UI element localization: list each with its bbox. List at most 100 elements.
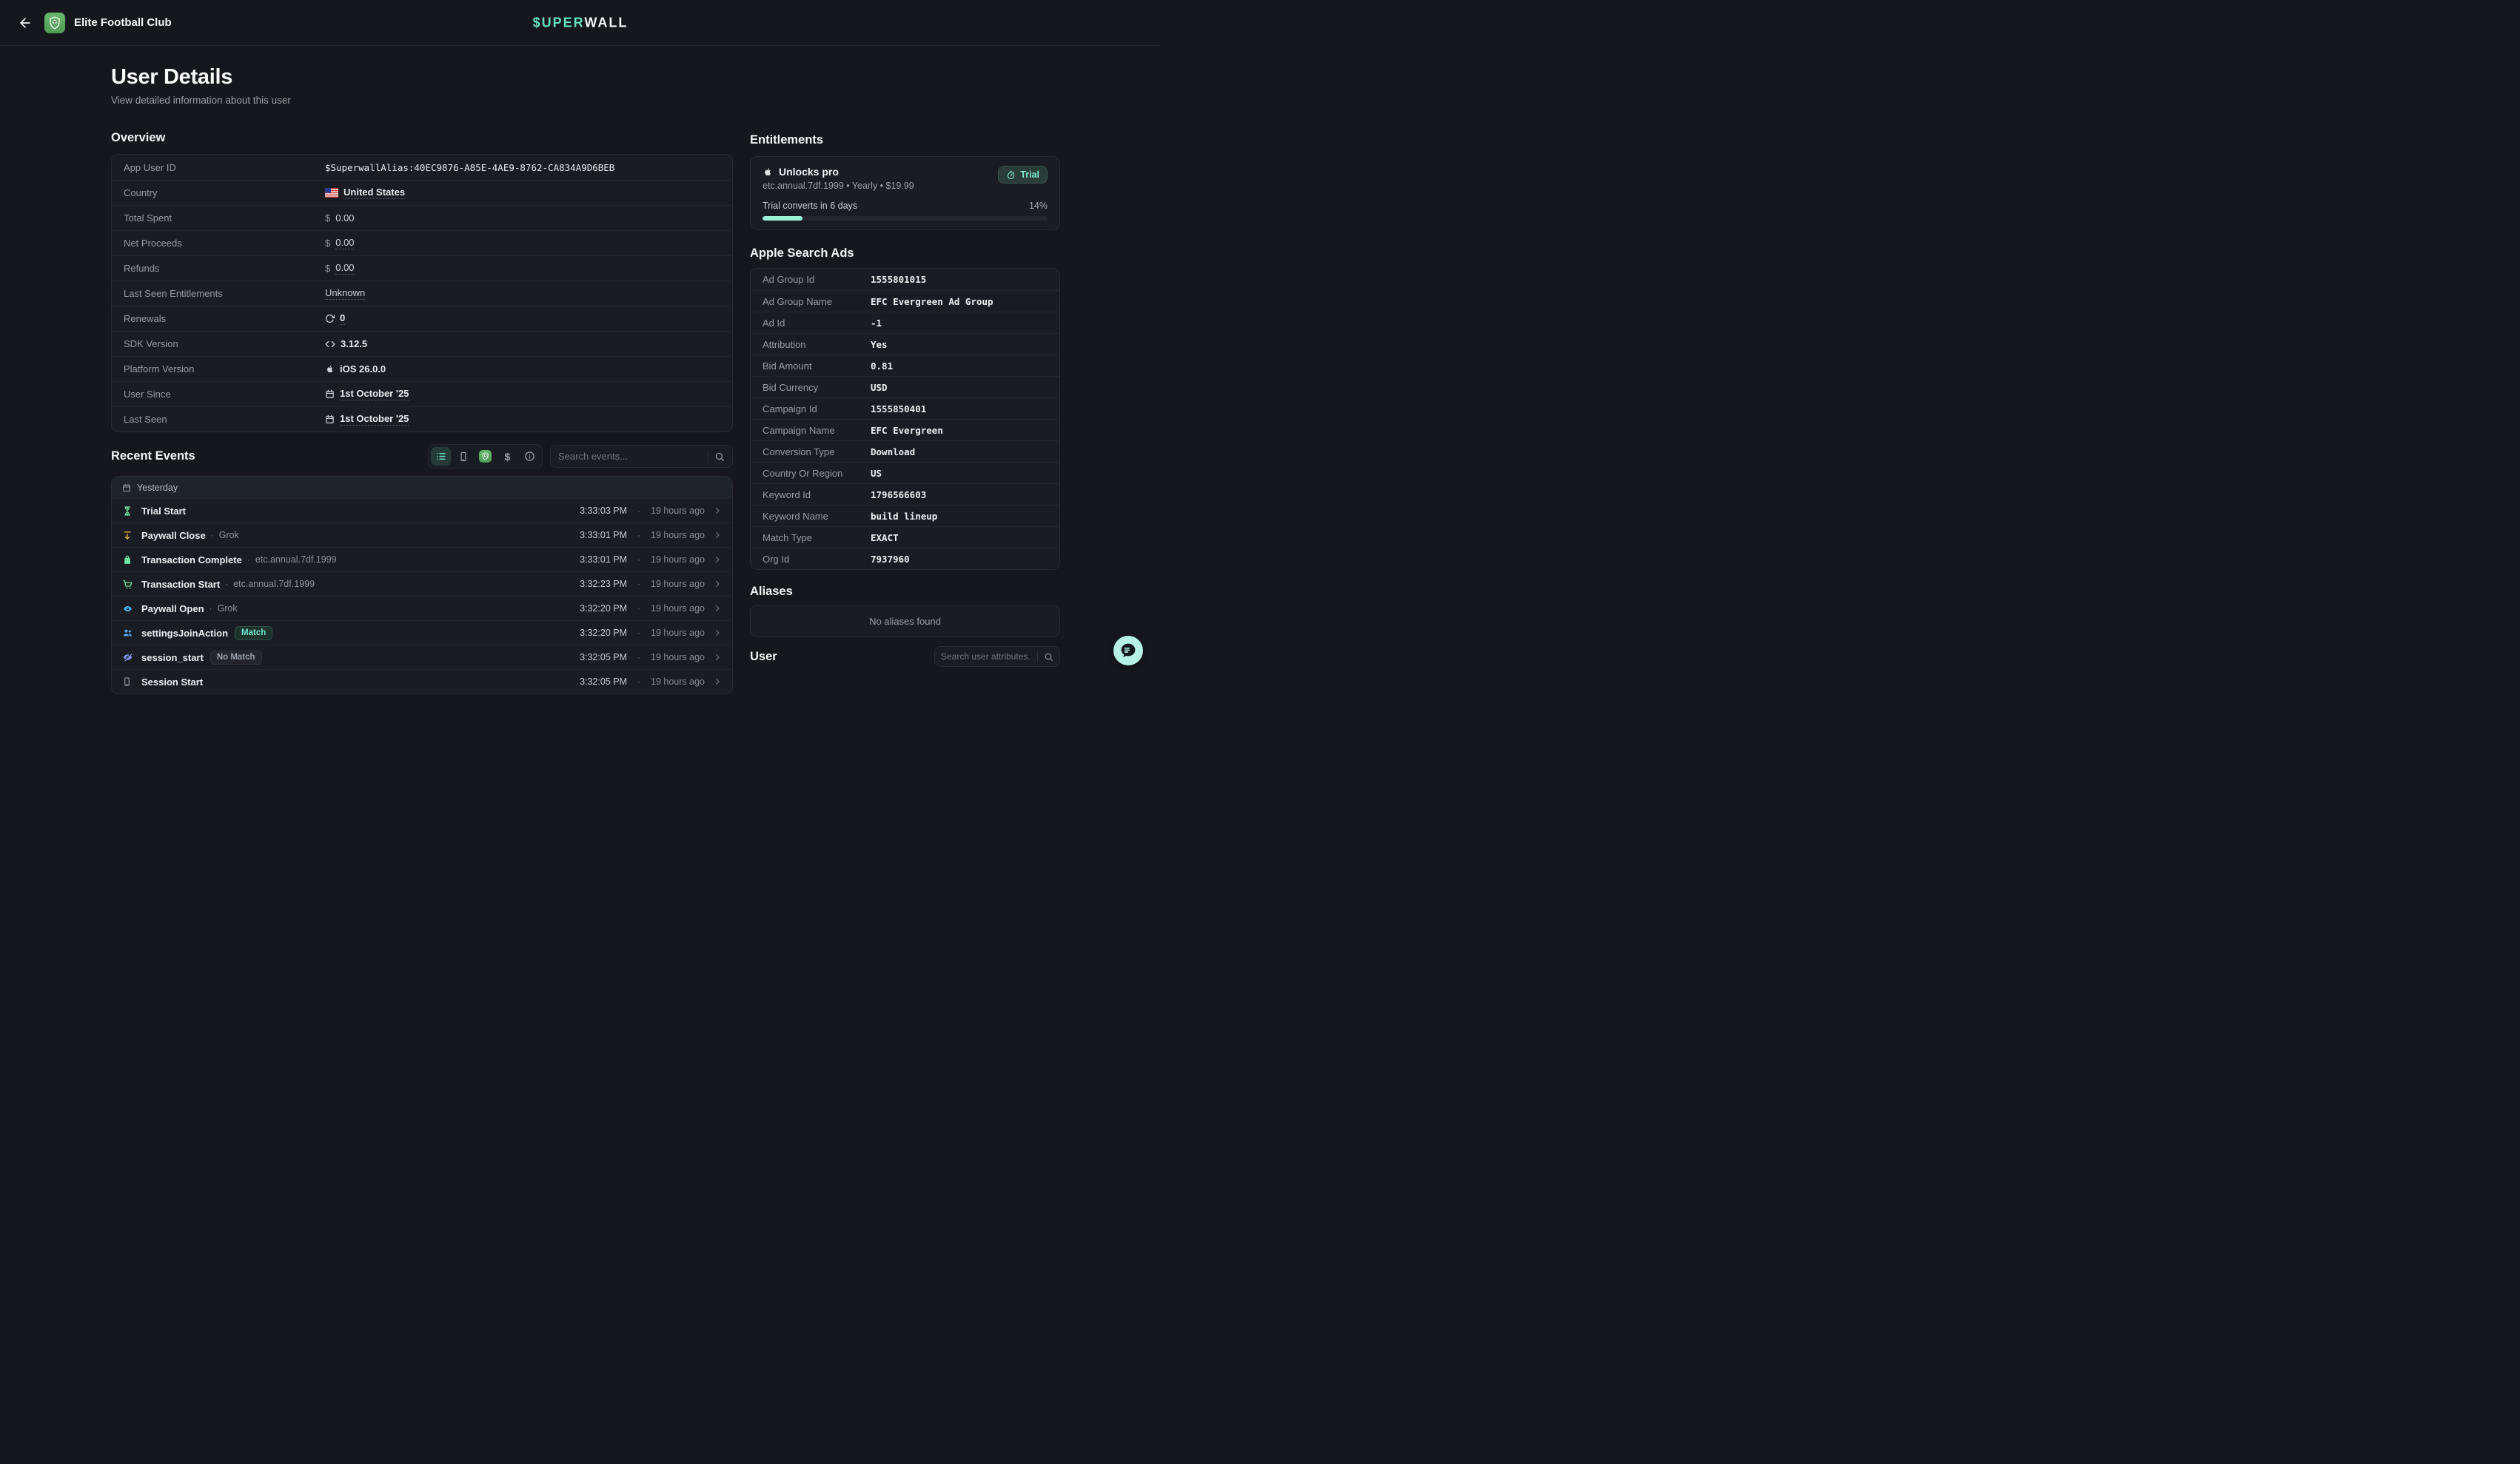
dot-separator: · xyxy=(211,530,214,540)
filter-device-events-button[interactable] xyxy=(453,447,473,466)
calendar-icon xyxy=(122,483,131,492)
dot-separator: · xyxy=(637,554,640,565)
row-label: Keyword Name xyxy=(763,511,871,522)
row-label: Renewals xyxy=(124,313,325,324)
currency-symbol: $ xyxy=(325,263,330,274)
row-value: EFC Evergreen Ad Group xyxy=(871,296,993,307)
us-flag-icon xyxy=(325,188,338,198)
event-row[interactable]: Paywall Close · Grok 3:33:01 PM · 19 hou… xyxy=(112,523,732,547)
dot-separator: · xyxy=(225,579,228,589)
events-search xyxy=(550,445,733,468)
row-label: Bid Amount xyxy=(763,360,871,372)
event-row[interactable]: Trial Start 3:33:03 PM · 19 hours ago xyxy=(112,498,732,523)
event-row[interactable]: Transaction Complete · etc.annual.7df.19… xyxy=(112,547,732,571)
row-label: Total Spent xyxy=(124,212,325,224)
divider xyxy=(1037,651,1038,662)
row-label: App User ID xyxy=(124,162,325,173)
no-match-badge: No Match xyxy=(210,651,262,665)
group-label: Yesterday xyxy=(137,483,178,493)
net-proceeds-value: 0.00 xyxy=(335,237,354,249)
event-row[interactable]: settingsJoinAction Match 3:32:20 PM · 19… xyxy=(112,620,732,645)
main-content: User Details View detailed information a… xyxy=(0,46,1161,694)
app-logo-icon xyxy=(44,13,65,33)
row-label: Bid Currency xyxy=(763,382,871,393)
shopping-bag-icon xyxy=(122,554,134,565)
events-list: Yesterday Trial Start 3:33:03 PM · 19 ho… xyxy=(111,476,733,694)
apple-search-ads-table: Ad Group Id1555801015 Ad Group NameEFC E… xyxy=(750,268,1060,570)
row-label: Last Seen Entitlements xyxy=(124,288,325,299)
event-time: 3:32:05 PM xyxy=(580,652,627,662)
code-icon xyxy=(325,339,335,349)
hourglass-icon xyxy=(122,506,134,517)
event-secondary: etc.annual.7df.1999 xyxy=(255,554,337,565)
row-label: Last Seen xyxy=(124,414,325,425)
entitlements-heading: Entitlements xyxy=(750,133,1060,147)
dot-separator: · xyxy=(637,579,640,589)
eye-off-icon xyxy=(122,652,134,662)
chevron-right-icon xyxy=(713,677,722,686)
filter-all-events-button[interactable] xyxy=(431,447,451,466)
user-attributes-search xyxy=(934,646,1060,667)
event-row[interactable]: Session Start 3:32:05 PM · 19 hours ago xyxy=(112,669,732,694)
event-ago: 19 hours ago xyxy=(651,676,705,687)
event-name: Paywall Close xyxy=(141,530,206,541)
entitlement-meta: etc.annual.7df.1999 • Yearly • $19.99 xyxy=(763,181,914,191)
row-value: 7937960 xyxy=(871,554,910,565)
apple-icon xyxy=(325,363,335,375)
filter-app-events-button[interactable] xyxy=(475,447,495,466)
renewals-value: 0 xyxy=(340,312,345,325)
row-label: Org Id xyxy=(763,554,871,565)
event-name: Transaction Start xyxy=(141,579,220,590)
refresh-icon xyxy=(325,314,335,323)
apple-search-ads-heading: Apple Search Ads xyxy=(750,246,1060,261)
event-name: Session Start xyxy=(141,676,203,688)
last-seen-entitlements-value: Unknown xyxy=(325,287,365,300)
event-ago: 19 hours ago xyxy=(651,554,705,565)
page-subtitle: View detailed information about this use… xyxy=(111,95,733,106)
back-arrow-icon xyxy=(18,16,33,30)
table-row: Bid Amount0.81 xyxy=(751,355,1059,376)
chat-bubble-icon xyxy=(1119,642,1137,659)
support-chat-button[interactable] xyxy=(1113,636,1143,665)
calendar-icon xyxy=(325,414,335,424)
dot-separator: · xyxy=(637,603,640,614)
dot-separator: · xyxy=(247,554,250,565)
event-time: 3:32:20 PM xyxy=(580,603,627,614)
filter-revenue-events-button[interactable]: $ xyxy=(497,447,517,466)
list-icon xyxy=(435,451,446,462)
user-attributes-search-input[interactable] xyxy=(941,651,1031,662)
currency-symbol: $ xyxy=(325,238,330,249)
country-value: United States xyxy=(344,187,405,199)
table-row: Country United States xyxy=(112,180,732,205)
filter-info-events-button[interactable] xyxy=(520,447,540,466)
event-time: 3:33:01 PM xyxy=(580,530,627,540)
row-value: Download xyxy=(871,446,915,457)
table-row: SDK Version 3.12.5 xyxy=(112,331,732,356)
event-row[interactable]: Paywall Open · Grok 3:32:20 PM · 19 hour… xyxy=(112,596,732,620)
table-row: Keyword Id1796566603 xyxy=(751,483,1059,505)
match-badge: Match xyxy=(235,626,272,640)
users-icon xyxy=(122,628,134,638)
table-row: User Since 1st October '25 xyxy=(112,381,732,406)
smartphone-icon xyxy=(458,451,469,462)
event-time: 3:32:20 PM xyxy=(580,628,627,638)
event-secondary: Grok xyxy=(219,530,239,540)
row-label: Refunds xyxy=(124,263,325,274)
row-label: Campaign Name xyxy=(763,425,871,436)
table-row: Keyword Namebuild lineup xyxy=(751,505,1059,526)
table-row: Bid CurrencyUSD xyxy=(751,376,1059,397)
event-row[interactable]: Transaction Start · etc.annual.7df.1999 … xyxy=(112,571,732,596)
row-label: Platform Version xyxy=(124,363,325,375)
event-filter-toolbar: $ xyxy=(428,444,543,469)
event-time: 3:32:05 PM xyxy=(580,676,627,687)
superwall-logo[interactable]: $UPERWALL xyxy=(533,15,629,30)
app-name: Elite Football Club xyxy=(74,16,172,29)
row-value: 1555801015 xyxy=(871,274,926,285)
table-row: Org Id7937960 xyxy=(751,548,1059,569)
dot-separator: · xyxy=(637,628,640,638)
table-row: Total Spent $0.00 xyxy=(112,205,732,230)
events-search-input[interactable] xyxy=(558,451,702,462)
event-name: session_start xyxy=(141,652,204,663)
back-button[interactable] xyxy=(18,16,33,30)
event-row[interactable]: session_start No Match 3:32:05 PM · 19 h… xyxy=(112,645,732,669)
